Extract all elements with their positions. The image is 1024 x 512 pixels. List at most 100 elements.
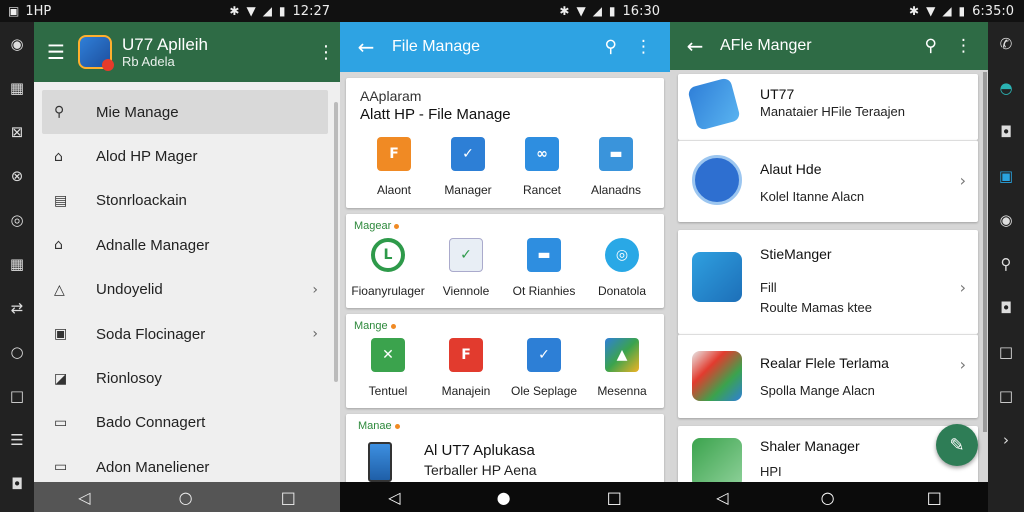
panel2-title: File Manage [392,38,481,55]
back-arrow-icon[interactable]: ← [670,34,720,58]
chat-icon[interactable]: ◓ [999,66,1012,110]
recents-nav-icon[interactable]: □ [281,488,296,507]
list-item[interactable]: Alaut Hde Kolel Itanne Alacn › [678,140,978,222]
card-subtitle: AAplaram [360,88,422,104]
search-icon[interactable]: ⚲ [605,37,617,57]
app-icon: F [377,137,411,171]
app-tile[interactable]: ▲ Mesenna [590,338,654,398]
bag-icon[interactable]: ◘ [11,462,23,506]
app-label: Ole Seplage [510,384,578,398]
lock-icon[interactable]: ◘ [1000,286,1012,330]
list-item[interactable]: StieManger Fill Roulte Mamas ktee › [678,230,978,334]
edit-fab-button[interactable]: ✎ [936,424,978,466]
document-icon [692,351,742,401]
phone-icon[interactable]: ✆ [1000,22,1013,66]
recents-nav-icon[interactable]: □ [927,488,942,507]
scrollbar[interactable] [334,102,338,382]
app-icon: F [449,338,483,372]
app-tile[interactable]: ▬ Alanadns [584,137,648,197]
scrollbar[interactable] [983,72,987,432]
share-icon[interactable]: ⇄ [11,286,24,330]
circle-icon[interactable]: ◉ [999,198,1012,242]
drawer-item[interactable]: ▤ Stonrloackain [34,179,340,223]
drawer-item[interactable]: ⌂ Adnalle Manager [34,223,340,267]
chevron-right-icon[interactable]: › [1003,418,1009,462]
app-tile[interactable]: F Alaont [362,137,426,197]
circle-icon[interactable]: ◉ [10,22,23,66]
drawer-item-label: Bado Connagert [96,414,206,432]
more-icon[interactable]: ⋮ [312,42,340,63]
search-icon[interactable]: ⚲ [925,36,937,56]
phone-icon [368,442,392,482]
menu-icon[interactable]: ☰ [34,40,78,64]
wifi-icon: ▼ [926,4,936,18]
list-item[interactable]: UT77 Manataier HFile Teraajen [678,74,978,140]
message-icon[interactable]: ▣ [999,154,1013,198]
app-tile[interactable]: ✓ Viennole [434,238,498,298]
folder-icon: ✓ [451,137,485,171]
drawer-item[interactable]: △ Undoyelid › [34,268,340,312]
drawer-item[interactable]: ▣ Soda Flocinager › [34,312,340,356]
square-icon[interactable]: □ [10,374,24,418]
square-icon[interactable]: □ [999,374,1013,418]
status-bar-right: ✱ ▼ ◢ ▮ 6:35:0 [670,0,1024,22]
home-nav-icon[interactable]: ○ [821,488,835,507]
back-arrow-icon[interactable]: ← [340,35,392,59]
app-tile[interactable]: ∞ Rancet [510,137,574,197]
drawer-item-label: Alod HP Mager [96,148,198,166]
home-nav-icon[interactable]: ● [497,488,511,507]
square-icon[interactable]: □ [999,330,1013,374]
grid-icon[interactable]: ▦ [10,242,24,286]
nav-bar-left: ◁ ○ □ [34,482,340,512]
carrier-label: 1HP [25,3,52,19]
home-icon[interactable]: ○ [10,330,23,374]
category-card[interactable]: Mange ✕ Tentuel F Manajein ✓ Ole Seplage ▲ M… [346,314,664,408]
drawer-item[interactable]: ⌂ Alod HP Mager [34,134,340,178]
app-label: Manager [444,183,492,197]
status-bar-middle: ✱ ▼ ◢ ▮ 16:30 [340,0,670,22]
right-rail: ✆ ◓ ◘ ▣ ◉ ⚲ ◘ □ □ › [988,22,1024,512]
app-tile[interactable]: F Manajein [434,338,498,398]
featured-card[interactable]: AAplaram Alatt HP - File Manage F Alaont … [346,78,664,208]
list-item[interactable]: Shaler Manager HPI [678,426,978,482]
app-tile[interactable]: ✓ Manager [436,137,500,197]
more-icon[interactable]: ⋮ [955,36,972,56]
back-nav-icon[interactable]: ◁ [78,488,90,507]
more-icon[interactable]: ⋮ [635,37,652,57]
grid-icon[interactable]: ▦ [10,66,24,110]
app-card[interactable]: Manae Al UT7 Aplukasa Terballer HP Aena [346,414,664,482]
search-icon[interactable]: ⚲ [1001,242,1012,286]
app-tile[interactable]: ✕ Tentuel [356,338,420,398]
bluetooth-icon: ✱ [229,4,240,18]
category-card[interactable]: Magear L Fioanyrulager ✓ Viennole ▬ Ot Rian… [346,214,664,308]
app-label: Ot Rianhies [512,284,576,298]
bluetooth-icon: ✱ [559,4,570,18]
app-tile[interactable]: L Fioanyrulager [351,238,425,298]
home-nav-icon[interactable]: ○ [179,488,193,507]
app-tile[interactable]: ◎ Donatola [590,238,654,298]
document-icon [692,155,742,205]
back-nav-icon[interactable]: ◁ [388,488,400,507]
nav-bar-middle: ◁ ● □ [340,482,670,512]
settings-icon[interactable]: ⊗ [11,154,24,198]
recents-nav-icon[interactable]: □ [607,488,622,507]
list-item-subtitle: Roulte Mamas ktee [760,300,872,315]
camera-icon[interactable]: ◎ [10,198,23,242]
folder-icon: ▬ [599,137,633,171]
folder-icon: ∞ [525,137,559,171]
list-panel: ← AFle Manger ⚲ ⋮ UT77 Manataier HFile T… [670,22,988,482]
bag-icon[interactable]: ◘ [1000,110,1012,154]
grid-icon[interactable]: ⊠ [11,110,24,154]
drawer-item[interactable]: ▭ Bado Connagert [34,401,340,445]
list-item[interactable]: Realar Flele Terlama Spolla Mange Alacn … [678,334,978,418]
drawer-item[interactable]: ◪ Rionlosoy [34,356,340,400]
clock: 16:30 [622,3,660,19]
drawer-item[interactable]: ⚲ Mie Manage [42,90,328,135]
list-item-title: StieManger [760,246,832,262]
home-icon: ⌂ [54,237,63,254]
list-item-subtitle: Manataier HFile Teraajen [760,104,905,119]
app-tile[interactable]: ▬ Ot Rianhies [512,238,576,298]
back-nav-icon[interactable]: ◁ [716,488,728,507]
app-tile[interactable]: ✓ Ole Seplage [510,338,578,398]
list-icon[interactable]: ☰ [10,418,23,462]
